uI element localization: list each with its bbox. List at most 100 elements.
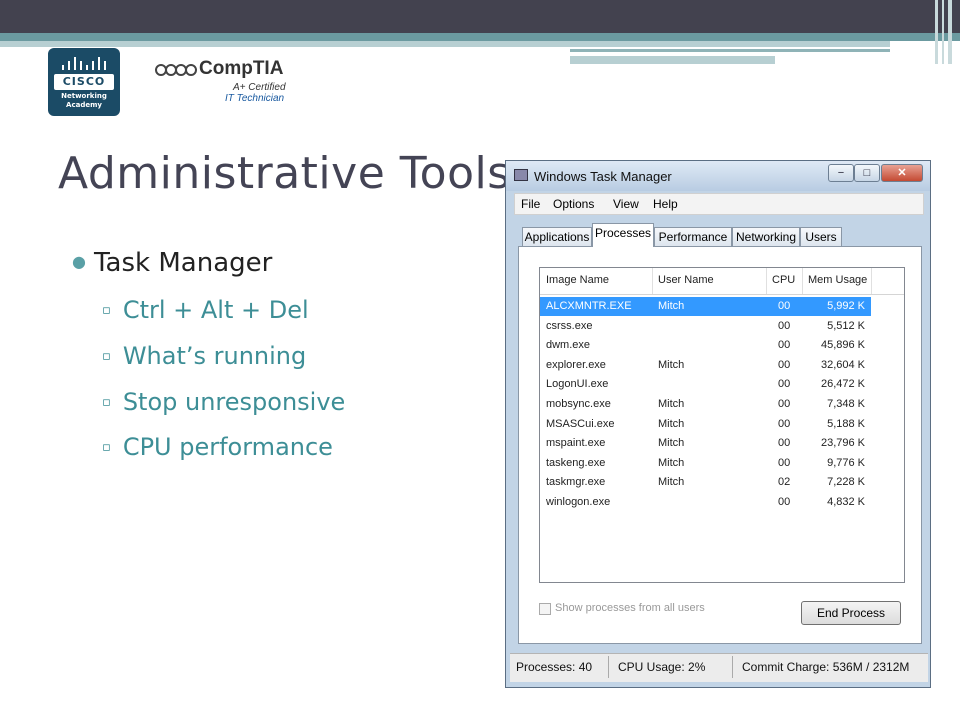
square-bullet-icon: ▫: [102, 303, 111, 318]
sub-bullet-text: Stop unresponsive: [122, 388, 346, 416]
menu-file[interactable]: File: [521, 197, 540, 211]
window-titlebar[interactable]: Windows Task Manager − □ ✕: [506, 161, 930, 191]
cell-image-name: LogonUI.exe: [546, 378, 609, 391]
cell-mem-usage: 5,188 K: [827, 417, 865, 430]
column-divider: [766, 268, 767, 294]
end-process-button[interactable]: End Process: [801, 601, 901, 625]
table-row[interactable]: MSASCui.exe Mitch 00 5,188 K: [540, 415, 871, 434]
cell-image-name: dwm.exe: [546, 339, 591, 352]
task-manager-window: Windows Task Manager − □ ✕ File Options …: [505, 160, 931, 688]
slide-title: Administrative Tools: [58, 148, 511, 199]
table-row[interactable]: csrss.exe 00 5,512 K: [540, 317, 871, 336]
menu-view[interactable]: View: [613, 197, 639, 211]
cell-mem-usage: 45,896 K: [820, 339, 865, 352]
tab-performance[interactable]: Performance: [654, 227, 732, 246]
cell-image-name: taskmgr.exe: [546, 476, 606, 489]
menu-help[interactable]: Help: [653, 197, 678, 211]
cell-user-name: Mitch: [658, 300, 685, 312]
comptia-certified-label: A+ Certified: [233, 82, 286, 93]
cell-cpu: 00: [778, 456, 791, 469]
bullet-dot-icon: ●: [72, 252, 86, 271]
cisco-bars-icon: [60, 56, 108, 70]
tab-users[interactable]: Users: [800, 227, 842, 246]
cell-image-name: csrss.exe: [546, 319, 593, 332]
square-bullet-icon: ▫: [102, 349, 111, 364]
cell-image-name: MSASCui.exe: [546, 417, 615, 430]
header-accent-stripe-light: [0, 41, 890, 47]
cell-image-name: ALCXMNTR.EXE: [546, 300, 632, 312]
column-divider: [802, 268, 803, 294]
cell-cpu: 00: [778, 339, 791, 352]
column-divider: [652, 268, 653, 294]
comptia-rings-icon: [155, 64, 197, 78]
cell-user-name: Mitch: [658, 417, 685, 430]
cell-mem-usage: 7,348 K: [827, 398, 865, 410]
cell-user-name: Mitch: [658, 476, 685, 489]
cisco-subtitle-line1: Networking: [61, 92, 107, 100]
cell-cpu: 00: [778, 398, 791, 410]
tab-networking[interactable]: Networking: [732, 227, 800, 246]
processes-panel: Image Name User Name CPU Mem Usage ALCXM…: [518, 246, 922, 644]
cisco-wordmark: CISCO: [54, 74, 114, 90]
cell-cpu: 00: [778, 496, 791, 508]
task-manager-app-icon: [514, 169, 528, 181]
table-row[interactable]: taskmgr.exe Mitch 02 7,228 K: [540, 473, 871, 492]
header-accent-vline: [942, 0, 944, 64]
show-all-processes-checkbox[interactable]: [539, 603, 551, 615]
close-button[interactable]: ✕: [881, 164, 923, 182]
status-processes: Processes: 40: [516, 660, 593, 674]
menu-bar: File Options View Help: [514, 193, 924, 215]
table-row[interactable]: taskeng.exe Mitch 00 9,776 K: [540, 454, 871, 473]
table-row[interactable]: winlogon.exe 00 4,832 K: [540, 493, 871, 512]
menu-options[interactable]: Options: [553, 197, 594, 211]
tab-applications[interactable]: Applications: [522, 227, 592, 246]
column-header-image-name[interactable]: Image Name: [546, 274, 609, 286]
cell-image-name: winlogon.exe: [546, 496, 611, 508]
show-all-processes-label: Show processes from all users: [555, 602, 705, 614]
maximize-button[interactable]: □: [854, 164, 880, 182]
square-bullet-icon: ▫: [102, 440, 111, 455]
cell-mem-usage: 7,228 K: [827, 476, 865, 489]
comptia-wordmark: CompTIA: [199, 58, 284, 79]
table-row[interactable]: LogonUI.exe 00 26,472 K: [540, 375, 871, 394]
status-divider: [732, 656, 733, 678]
table-row[interactable]: mobsync.exe Mitch 00 7,348 K: [540, 395, 871, 414]
minimize-button[interactable]: −: [828, 164, 854, 182]
column-header-mem-usage[interactable]: Mem Usage: [808, 274, 867, 286]
table-row[interactable]: dwm.exe 00 45,896 K: [540, 336, 871, 355]
comptia-it-technician-label: IT Technician: [225, 93, 285, 104]
cell-image-name: mspaint.exe: [546, 437, 606, 450]
cell-mem-usage: 5,992 K: [827, 300, 865, 312]
sub-bullet-text: What’s running: [122, 342, 307, 370]
tab-processes[interactable]: Processes: [592, 223, 654, 247]
table-row[interactable]: ALCXMNTR.EXE Mitch 00 5,992 K: [540, 297, 871, 316]
cell-image-name: mobsync.exe: [546, 398, 611, 410]
cell-image-name: explorer.exe: [546, 358, 606, 371]
table-row[interactable]: explorer.exe Mitch 00 32,604 K: [540, 356, 871, 375]
window-title: Windows Task Manager: [534, 169, 672, 184]
bullet-text: Task Manager: [93, 248, 273, 278]
header-bar: [0, 0, 960, 33]
cell-cpu: 00: [778, 378, 791, 391]
cell-cpu: 02: [778, 476, 791, 489]
square-bullet-icon: ▫: [102, 395, 111, 410]
column-header-user-name[interactable]: User Name: [658, 274, 714, 286]
cisco-subtitle-line2: Academy: [66, 101, 102, 109]
cisco-networking-academy-logo: CISCO Networking Academy: [48, 48, 120, 116]
cell-cpu: 00: [778, 358, 791, 371]
header-accent-vline: [948, 0, 952, 64]
cisco-subtitle: Networking Academy: [48, 92, 120, 110]
table-row[interactable]: mspaint.exe Mitch 00 23,796 K: [540, 434, 871, 453]
cell-mem-usage: 4,832 K: [827, 496, 865, 508]
process-list[interactable]: Image Name User Name CPU Mem Usage ALCXM…: [539, 267, 905, 583]
cell-mem-usage: 23,796 K: [820, 437, 865, 450]
header-accent-stripe: [0, 33, 960, 41]
cell-user-name: Mitch: [658, 398, 685, 410]
sub-bullet-item: ▫ What’s running: [102, 342, 306, 370]
column-header-cpu[interactable]: CPU: [772, 274, 795, 286]
bullet-item: ● Task Manager: [72, 248, 272, 278]
status-commit-charge: Commit Charge: 536M / 2312M: [742, 660, 910, 674]
cell-cpu: 00: [778, 417, 791, 430]
cell-cpu: 00: [778, 437, 791, 450]
process-list-header: Image Name User Name CPU Mem Usage: [540, 268, 904, 295]
